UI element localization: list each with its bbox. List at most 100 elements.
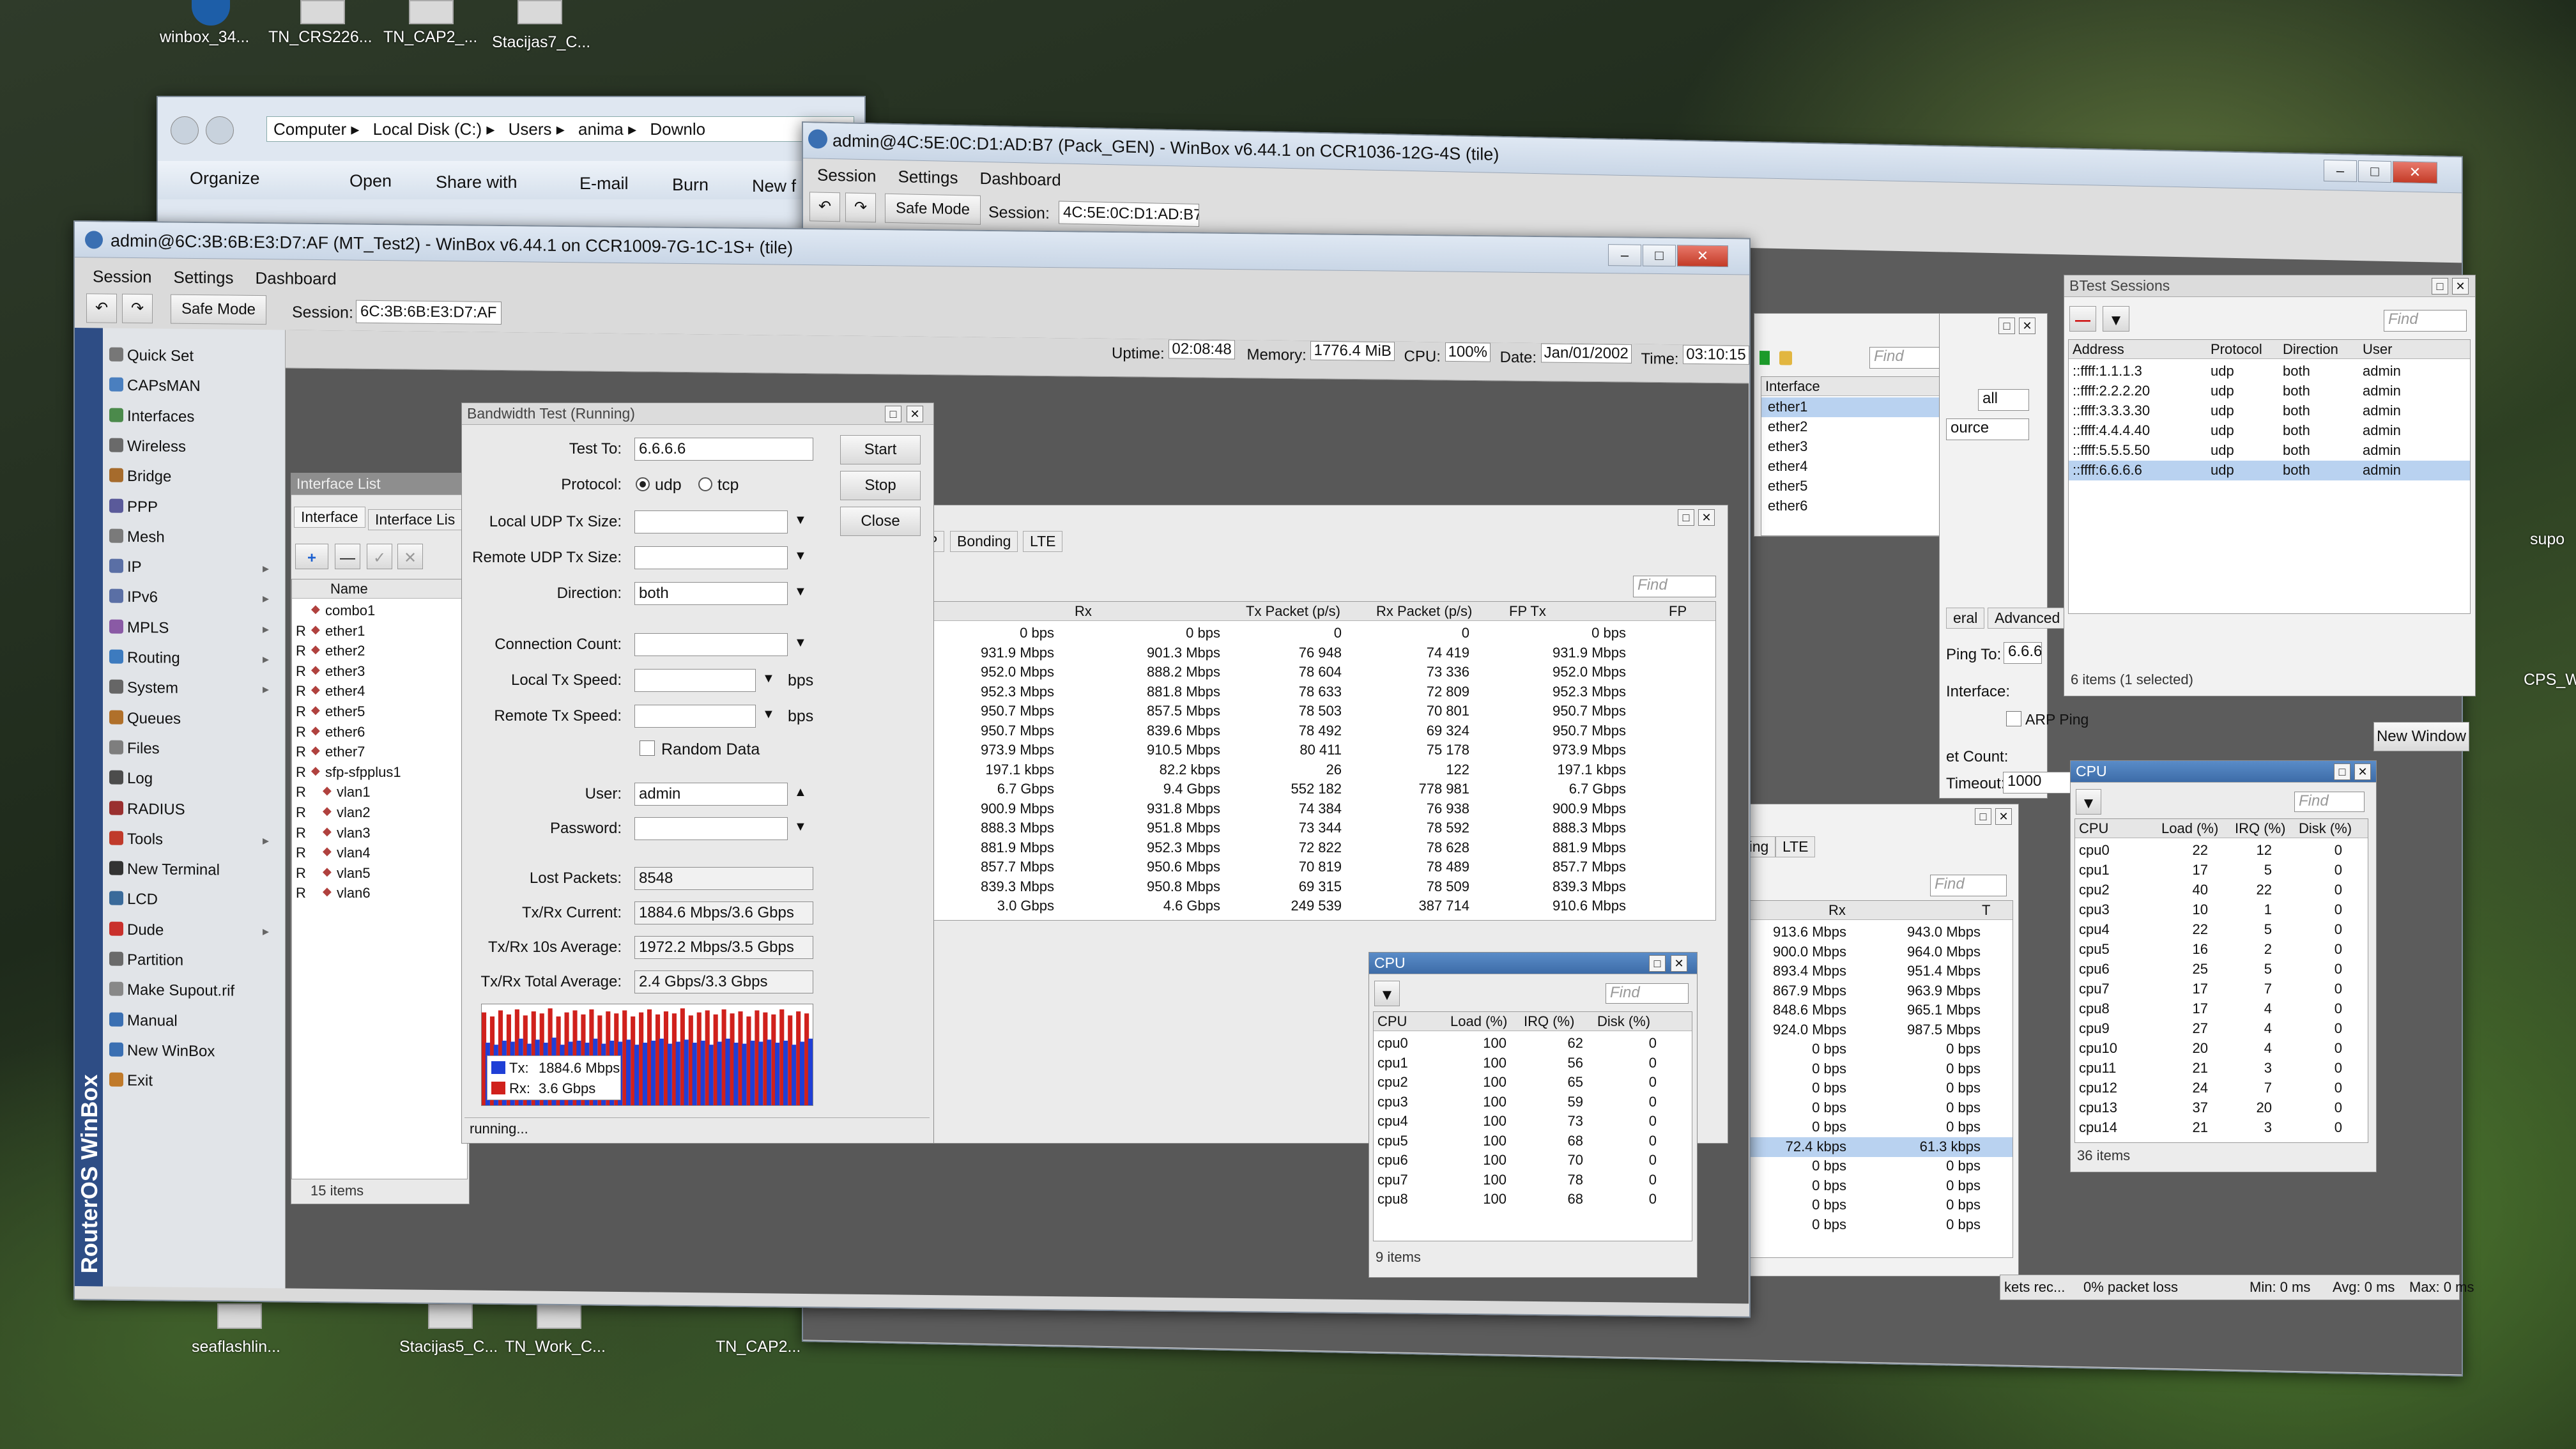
email-button[interactable]: E-mail — [579, 174, 629, 194]
session-field[interactable]: 6C:3B:6B:E3:D7:AF — [356, 300, 502, 325]
col-disk[interactable]: Disk (%) — [2299, 820, 2352, 837]
col-irq[interactable]: IRQ (%) — [1524, 1013, 1574, 1030]
sidebar-item-mesh[interactable]: Mesh — [103, 523, 286, 551]
table-row[interactable]: 950.7 Mbps 857.5 Mbps 78 503 70 801 950.7 Mb… — [921, 702, 1715, 721]
menu-settings[interactable]: Settings — [898, 167, 958, 187]
table-row[interactable]: 973.9 Mbps 910.5 Mbps 80 411 75 178 973.9 Mb… — [921, 740, 1715, 760]
table-row[interactable]: 913.6 Mbps 943.0 Mbps — [1726, 923, 2012, 942]
table-row[interactable]: 950.7 Mbps 839.6 Mbps 78 492 69 324 950.7 Mb… — [921, 721, 1715, 741]
dropdown-icon[interactable]: ▼ — [762, 671, 775, 686]
sidebar-item-new-terminal[interactable]: New Terminal — [103, 856, 286, 884]
ping-to-field[interactable]: 6.6.6 — [2004, 642, 2042, 664]
disable-icon[interactable]: ✕ — [397, 544, 423, 569]
tcp-radio[interactable] — [698, 477, 712, 491]
sidebar-item-quick-set[interactable]: Quick Set — [103, 342, 286, 369]
sidebar-item-manual[interactable]: Manual — [103, 1007, 286, 1034]
sidebar-item-routing[interactable]: Routing ▸ — [103, 644, 286, 671]
col-load[interactable]: Load (%) — [1450, 1013, 1507, 1030]
table-row[interactable]: cpu8 17 4 0 — [2075, 999, 2368, 1019]
new-window-button[interactable]: New Window — [2373, 722, 2469, 751]
col-fp[interactable]: FP — [1669, 603, 1687, 620]
close-icon[interactable]: ✕ — [907, 406, 923, 422]
desktop-icon-label[interactable]: winbox_34... — [160, 28, 249, 47]
col-cpu[interactable]: CPU — [2079, 820, 2108, 837]
table-row[interactable]: R ◆ ether3 — [292, 662, 467, 682]
col-fp-tx[interactable]: FP Tx — [1509, 603, 1546, 620]
table-row[interactable]: R ◆ vlan3 — [292, 824, 467, 843]
close-button[interactable]: ✕ — [1677, 245, 1728, 268]
table-row[interactable]: R ◆ ether5 — [292, 702, 467, 722]
table-row[interactable]: R ◆ vlan4 — [292, 843, 467, 863]
table-row[interactable]: cpu1 100 56 0 — [1374, 1054, 1692, 1073]
close-icon[interactable]: ✕ — [2354, 763, 2371, 780]
forward-icon[interactable] — [206, 116, 234, 144]
address-bar[interactable]: Computer ▸ Local Disk (C:) ▸ Users ▸ ani… — [266, 116, 854, 142]
col-rx-packet[interactable]: Rx Packet (p/s) — [1376, 603, 1472, 620]
table-row[interactable]: 0 bps 0 bps — [1726, 1098, 2012, 1118]
table-row[interactable]: 0 bps 0 bps — [1726, 1156, 2012, 1176]
desktop-icon-label[interactable]: Stacijas5_C... — [399, 1338, 498, 1356]
desktop-icon-label[interactable]: seaflashlin... — [192, 1338, 280, 1356]
close-icon[interactable]: ✕ — [2452, 278, 2469, 295]
undo-icon[interactable]: ↶ — [809, 192, 840, 222]
col-cpu[interactable]: CPU — [1377, 1013, 1407, 1030]
col-rx[interactable]: Rx — [1075, 603, 1092, 620]
dropdown-icon[interactable]: ▼ — [794, 820, 807, 834]
table-row[interactable]: 6.7 Gbps 9.4 Gbps 552 182 778 981 6.7 Gbps — [921, 779, 1715, 799]
table-row[interactable]: cpu13 37 20 0 — [2075, 1098, 2368, 1118]
maximize-button[interactable]: □ — [2358, 160, 2391, 183]
sidebar-item-dude[interactable]: Dude ▸ — [103, 916, 286, 944]
safe-mode-button[interactable]: Safe Mode — [885, 193, 981, 225]
table-row[interactable]: 72.4 kbps 61.3 kbps — [1726, 1137, 2012, 1157]
file-icon[interactable] — [217, 1303, 262, 1329]
remove-icon[interactable]: — — [335, 544, 360, 569]
desktop-icon-label[interactable]: TN_CAP2_... — [383, 28, 477, 47]
table-row[interactable]: 952.0 Mbps 888.2 Mbps 78 604 73 336 952.0 Mb… — [921, 663, 1715, 682]
timeout-field[interactable]: 1000 — [2003, 772, 2080, 793]
table-row[interactable]: ether3 — [1761, 437, 1952, 457]
dropdown-icon[interactable]: ▼ — [794, 513, 807, 528]
table-row[interactable]: cpu2 100 65 0 — [1374, 1073, 1692, 1092]
stop-button[interactable]: Stop — [840, 471, 921, 500]
col-rx[interactable]: Rx — [1828, 902, 1846, 919]
tab-interface-list[interactable]: Interface Lis — [368, 509, 463, 530]
desktop-icon-label[interactable]: TN_CRS226... — [268, 28, 372, 47]
col-address[interactable]: Address — [2073, 341, 2124, 358]
table-row[interactable]: ::ffff:1.1.1.3 udp both admin — [2069, 362, 2470, 381]
table-row[interactable]: ether1 — [1761, 397, 1952, 417]
table-row[interactable]: ::ffff:3.3.3.30 udp both admin — [2069, 401, 2470, 421]
breadcrumb-item[interactable]: Downlo — [650, 119, 705, 139]
table-row[interactable]: cpu11 21 3 0 — [2075, 1059, 2368, 1078]
table-row[interactable]: ::ffff:4.4.4.40 udp both admin — [2069, 421, 2470, 441]
table-row[interactable]: 848.6 Mbps 965.1 Mbps — [1726, 1000, 2012, 1020]
sidebar-item-ip[interactable]: IP ▸ — [103, 554, 286, 581]
organize-button[interactable]: Organize — [190, 169, 260, 188]
table-row[interactable]: R ◆ sfp-sfpplus1 — [292, 763, 467, 783]
table-row[interactable]: 900.9 Mbps 931.8 Mbps 74 384 76 938 900.9 Mb… — [921, 799, 1715, 819]
new-folder-button[interactable]: New f — [752, 176, 796, 196]
table-row[interactable]: 0 bps 0 bps — [1726, 1195, 2012, 1215]
table-row[interactable]: 0 bps 0 bps — [1726, 1176, 2012, 1196]
table-row[interactable]: cpu1 17 5 0 — [2075, 861, 2368, 880]
find-input[interactable]: Find — [1633, 576, 1716, 597]
table-row[interactable]: ether5 — [1761, 477, 1952, 496]
local-udp-size-field[interactable] — [634, 510, 788, 533]
safe-mode-button[interactable]: Safe Mode — [171, 294, 266, 325]
table-row[interactable]: 0 bps 0 bps 0 0 0 bps — [921, 624, 1715, 643]
col-protocol[interactable]: Protocol — [2211, 341, 2262, 358]
table-row[interactable]: 924.0 Mbps 987.5 Mbps — [1726, 1020, 2012, 1040]
dropdown-icon[interactable]: ▼ — [762, 707, 775, 722]
restore-icon[interactable]: □ — [2432, 278, 2448, 295]
table-row[interactable]: 867.9 Mbps 963.9 Mbps — [1726, 981, 2012, 1001]
table-row[interactable]: 0 bps 0 bps — [1726, 1117, 2012, 1137]
table-row[interactable]: cpu0 22 12 0 — [2075, 841, 2368, 861]
file-icon[interactable] — [300, 0, 345, 24]
find-input[interactable]: Find — [1930, 875, 2007, 896]
remote-tx-speed-field[interactable] — [634, 705, 756, 728]
sidebar-item-system[interactable]: System ▸ — [103, 675, 286, 702]
col-load[interactable]: Load (%) — [2161, 820, 2218, 837]
table-row[interactable]: 839.3 Mbps 950.8 Mbps 69 315 78 509 839.3 Mb… — [921, 877, 1715, 897]
sidebar-item-queues[interactable]: Queues — [103, 705, 286, 732]
udp-radio[interactable] — [636, 477, 650, 491]
restore-icon[interactable]: □ — [1998, 318, 2015, 334]
